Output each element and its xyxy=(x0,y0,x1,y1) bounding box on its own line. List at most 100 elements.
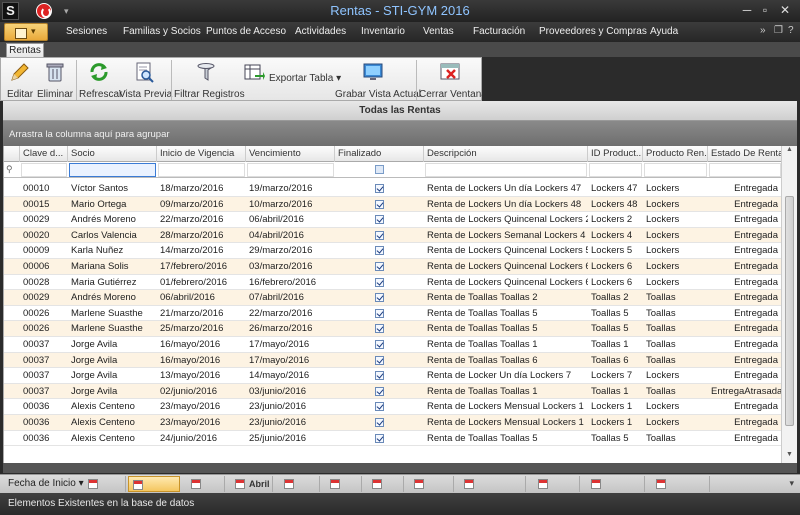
column-header-descripcion[interactable]: Descripción xyxy=(424,146,588,162)
table-row[interactable]: 00037 Jorge Avila 16/mayo/2016 17/mayo/2016… xyxy=(4,337,781,353)
month-button-julio[interactable]: Julio xyxy=(368,476,404,505)
filter-finalizado-checkbox[interactable] xyxy=(375,165,384,174)
finalizado-checkbox[interactable] xyxy=(375,262,384,271)
table-row[interactable]: 00036 Alexis Centeno 23/mayo/2016 23/junio/… xyxy=(4,415,781,431)
maximize-icon[interactable]: ▫ xyxy=(756,2,774,18)
month-button-diciembre[interactable]: Diciembre xyxy=(652,476,710,505)
column-header-estado-renta[interactable]: Estado De Renta xyxy=(708,146,781,162)
filter-descripcion[interactable] xyxy=(425,163,587,177)
column-header-inicio-vigencia[interactable]: Inicio de Vigencia xyxy=(157,146,246,162)
table-row[interactable]: 00020 Carlos Valencia 28/marzo/2016 04/abri… xyxy=(4,227,781,244)
column-header-clave[interactable]: Clave d... xyxy=(20,146,68,162)
month-button-noviembre[interactable]: Noviembre xyxy=(587,476,645,505)
windows-icon[interactable]: ❐ xyxy=(774,25,783,36)
application-menu-button[interactable] xyxy=(4,23,48,41)
table-row[interactable]: 00026 Marlene Suasthe 25/marzo/2016 26/marz… xyxy=(4,321,781,337)
finalizado-checkbox[interactable] xyxy=(375,355,384,365)
finalizado-checkbox[interactable] xyxy=(375,340,384,349)
table-row[interactable]: 00036 Alexis Centeno 24/junio/2016 25/junio… xyxy=(4,431,781,447)
month-filter-label[interactable]: Fecha de Inicio ▾ xyxy=(8,478,84,489)
menu-sesiones[interactable]: Sesiones xyxy=(66,26,107,37)
table-row[interactable]: 00037 Jorge Avila 13/mayo/2016 14/mayo/2016… xyxy=(4,368,781,384)
menu-inventario[interactable]: Inventario xyxy=(361,26,405,37)
menu-actividades[interactable]: Actividades xyxy=(295,26,346,37)
finalizado-checkbox[interactable] xyxy=(375,324,384,334)
table-row[interactable]: 00028 Maria Gutiérrez 01/febrero/2016 16/fe… xyxy=(4,275,781,291)
scrollbar-thumb[interactable] xyxy=(785,196,794,426)
finalizado-checkbox[interactable] xyxy=(375,277,384,287)
print-preview-button[interactable]: Vista Previa xyxy=(119,58,172,102)
finalizado-checkbox[interactable] xyxy=(375,246,384,256)
table-row[interactable]: 00036 Alexis Centeno 23/mayo/2016 23/junio/… xyxy=(4,399,781,415)
table-row[interactable]: 00037 Jorge Avila 16/mayo/2016 17/mayo/2016… xyxy=(4,352,781,369)
month-bar-dropdown-icon[interactable]: ▾ xyxy=(789,478,794,489)
menu-facturacion[interactable]: Facturación xyxy=(473,26,525,37)
month-button-abril[interactable]: Abril xyxy=(231,476,273,492)
menu-ayuda[interactable]: Ayuda xyxy=(650,26,678,37)
table-row[interactable]: 00026 Marlene Suasthe 21/marzo/2016 22/marz… xyxy=(4,306,781,322)
delete-button[interactable]: Eliminar xyxy=(37,58,73,102)
table-row[interactable]: 00029 Andrés Moreno 06/abril/2016 07/abril/… xyxy=(4,290,781,306)
menu-ventas[interactable]: Ventas xyxy=(423,26,454,37)
filter-estado[interactable] xyxy=(709,163,781,177)
finalizado-checkbox[interactable] xyxy=(375,199,384,209)
table-row[interactable]: 00009 Karla Nuñez 14/marzo/2016 29/marzo/20… xyxy=(4,243,781,259)
scroll-down-icon[interactable]: ▼ xyxy=(782,451,797,463)
row-indicator-header xyxy=(4,146,20,162)
finalizado-checkbox[interactable] xyxy=(375,184,384,193)
finalizado-checkbox[interactable] xyxy=(375,402,384,412)
column-header-id-producto[interactable]: ID Product... xyxy=(588,146,643,162)
tab-rentas[interactable]: Rentas xyxy=(6,43,44,58)
filter-id-producto[interactable] xyxy=(589,163,642,177)
filter-inicio[interactable] xyxy=(158,163,245,177)
table-row[interactable]: 00015 Mario Ortega 09/marzo/2016 10/marzo/2… xyxy=(4,196,781,213)
month-button-octubre[interactable]: Octubre xyxy=(534,476,580,505)
month-button-agosto[interactable]: Agosto xyxy=(410,476,454,505)
menu-proveedores-compras[interactable]: Proveedores y Compras xyxy=(539,26,647,37)
finalizado-checkbox[interactable] xyxy=(375,308,384,318)
filter-records-button[interactable]: Filtrar Registros xyxy=(174,58,245,102)
month-button-enero[interactable]: Enero xyxy=(84,476,126,505)
filter-socio[interactable] xyxy=(69,163,156,177)
table-row[interactable]: 00037 Jorge Avila 02/junio/2016 03/junio/20… xyxy=(4,383,781,400)
close-window-button[interactable]: Cerrar Ventana xyxy=(419,58,487,102)
close-icon[interactable]: ✕ xyxy=(776,2,794,18)
ribbon-collapse-icon[interactable]: » xyxy=(760,25,766,36)
finalizado-checkbox[interactable] xyxy=(375,230,384,240)
table-row[interactable]: 00029 Andrés Moreno 22/marzo/2016 06/abril/… xyxy=(4,212,781,228)
month-button-febrero[interactable]: Febrero xyxy=(128,476,180,506)
table-row[interactable]: 00010 Víctor Santos 18/marzo/2016 19/marzo/… xyxy=(4,181,781,197)
minimize-icon[interactable]: ─ xyxy=(738,2,756,18)
refresh-button[interactable]: Refrescar xyxy=(79,58,122,102)
month-button-junio[interactable]: Junio xyxy=(326,476,362,505)
cell-producto: Lockers xyxy=(646,370,680,382)
vertical-scrollbar[interactable]: ▲ ▼ xyxy=(781,146,797,463)
group-by-panel[interactable]: Arrastra la columna aquí para agrupar xyxy=(3,121,797,146)
export-table-button[interactable]: Exportar Tabla ▾ xyxy=(241,58,341,102)
month-button-septiembre[interactable]: Septiembre xyxy=(460,476,526,505)
save-view-button[interactable]: Grabar Vista Actual xyxy=(335,58,421,102)
help-icon[interactable]: ? xyxy=(788,25,794,36)
scroll-up-icon[interactable]: ▲ xyxy=(782,146,797,158)
column-header-vencimiento[interactable]: Vencimiento xyxy=(246,146,335,162)
table-row[interactable]: 00006 Mariana Solis 17/febrero/2016 03/marz… xyxy=(4,259,781,275)
finalizado-checkbox[interactable] xyxy=(375,418,384,427)
menu-familias-socios[interactable]: Familias y Socios xyxy=(123,26,201,37)
column-header-socio[interactable]: Socio xyxy=(68,146,157,162)
filter-producto[interactable] xyxy=(644,163,707,177)
cell-descripcion: Renta de Toallas Toallas 1 xyxy=(427,339,538,350)
column-header-finalizado[interactable]: Finalizado xyxy=(335,146,424,162)
finalizado-checkbox[interactable] xyxy=(375,371,384,381)
finalizado-checkbox[interactable] xyxy=(375,215,384,225)
finalizado-checkbox[interactable] xyxy=(375,433,384,443)
filter-vencimiento[interactable] xyxy=(247,163,334,177)
month-button-mayo[interactable]: Mayo xyxy=(280,476,320,505)
column-header-producto-rentado[interactable]: Producto Ren... xyxy=(643,146,708,162)
menu-puntos-acceso[interactable]: Puntos de Acceso xyxy=(206,26,286,37)
finalizado-checkbox[interactable] xyxy=(375,386,384,396)
filter-clave[interactable] xyxy=(21,163,67,177)
edit-button[interactable]: Editar xyxy=(3,58,37,102)
cell-producto: Toallas xyxy=(646,354,676,366)
finalizado-checkbox[interactable] xyxy=(375,293,384,303)
month-button-marzo[interactable]: Marzo xyxy=(187,476,225,505)
